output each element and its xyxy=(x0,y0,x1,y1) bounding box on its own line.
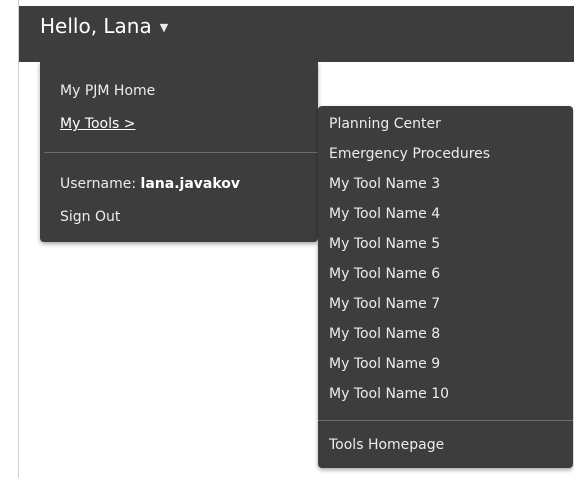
tool-item-10[interactable]: My Tool Name 10 xyxy=(329,384,449,404)
tool-item-7[interactable]: My Tool Name 7 xyxy=(329,294,440,314)
tool-item-8[interactable]: My Tool Name 8 xyxy=(329,324,440,344)
left-border xyxy=(18,0,19,478)
tool-item-4[interactable]: My Tool Name 4 xyxy=(329,204,440,224)
account-menu: My PJM Home My Tools > Username: lana.ja… xyxy=(40,62,318,242)
tool-item-tools-homepage[interactable]: Tools Homepage xyxy=(329,435,444,455)
user-menu-toggle[interactable]: Hello, Lana ▼ xyxy=(40,12,168,42)
username-row: Username: lana.javakov xyxy=(60,174,240,194)
tool-item-planning-center[interactable]: Planning Center xyxy=(329,114,441,134)
tool-item-9[interactable]: My Tool Name 9 xyxy=(329,354,440,374)
tool-item-6[interactable]: My Tool Name 6 xyxy=(329,264,440,284)
username-value: lana.javakov xyxy=(140,176,241,192)
menu-item-my-pjm-home[interactable]: My PJM Home xyxy=(60,81,155,101)
tool-item-3[interactable]: My Tool Name 3 xyxy=(329,174,440,194)
greeting-label: Hello, Lana xyxy=(40,14,152,38)
caret-down-icon: ▼ xyxy=(159,21,169,34)
submenu-divider xyxy=(318,420,573,421)
username-label: Username: xyxy=(60,176,137,192)
tools-submenu: Planning Center Emergency Procedures My … xyxy=(318,106,573,468)
tool-item-emergency-procedures[interactable]: Emergency Procedures xyxy=(329,144,490,164)
menu-divider xyxy=(44,152,318,153)
menu-item-my-tools[interactable]: My Tools > xyxy=(60,114,135,134)
menu-item-sign-out[interactable]: Sign Out xyxy=(60,207,120,227)
page: Hello, Lana ▼ My PJM Home My Tools > User… xyxy=(0,0,574,478)
tool-item-5[interactable]: My Tool Name 5 xyxy=(329,234,440,254)
